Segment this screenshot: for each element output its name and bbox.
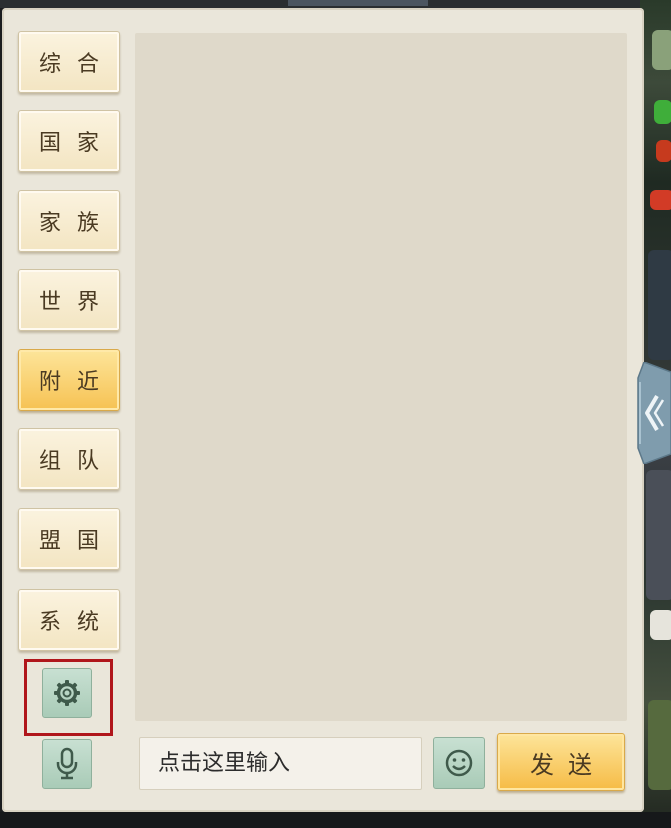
voice-input-button[interactable] — [42, 739, 92, 789]
scene-foliage — [652, 30, 671, 70]
channel-tab-world[interactable]: 世界 — [18, 269, 120, 331]
scene-object — [650, 610, 671, 640]
scene-ground — [648, 700, 671, 790]
channel-tab-alliance[interactable]: 盟国 — [18, 508, 120, 570]
channel-tab-label: 盟国 — [38, 529, 115, 554]
channel-tab-nearby[interactable]: 附近 — [18, 349, 120, 411]
smiley-icon — [445, 749, 473, 777]
channel-tab-family[interactable]: 家族 — [18, 190, 120, 252]
scene-character — [648, 250, 671, 360]
send-button-label: 发送 — [530, 750, 606, 779]
scene-character — [646, 470, 671, 600]
microphone-icon — [56, 747, 78, 780]
emoji-button[interactable] — [433, 737, 485, 789]
top-tab-indicator — [288, 0, 428, 6]
channel-tab-team[interactable]: 组队 — [18, 428, 120, 490]
chat-message-area[interactable] — [135, 33, 627, 721]
channel-tab-label: 国家 — [38, 131, 115, 156]
game-screen: 综合 国家 家族 世界 附近 组队 盟国 系统 点击这里输入 发送 — [0, 0, 671, 828]
send-button[interactable]: 发送 — [497, 733, 625, 791]
channel-tab-system[interactable]: 系统 — [18, 589, 120, 651]
channel-tab-label: 世界 — [38, 290, 115, 315]
scene-text-fragment — [656, 140, 671, 162]
channel-tab-label: 组队 — [38, 449, 115, 474]
channel-tab-label: 附近 — [38, 370, 115, 395]
channel-tab-label: 家族 — [38, 211, 115, 236]
chat-settings-button[interactable] — [42, 668, 92, 718]
gear-icon — [54, 680, 80, 706]
chevron-left-icon — [637, 361, 671, 465]
channel-tab-nation[interactable]: 国家 — [18, 110, 120, 172]
channel-tab-label: 综合 — [38, 52, 115, 77]
channel-tab-comprehensive[interactable]: 综合 — [18, 31, 120, 93]
channel-tab-label: 系统 — [38, 610, 115, 635]
chat-message-input[interactable] — [139, 737, 422, 790]
chat-panel: 综合 国家 家族 世界 附近 组队 盟国 系统 点击这里输入 发送 — [2, 8, 644, 812]
top-bar — [0, 0, 671, 8]
collapse-panel-handle[interactable] — [636, 361, 671, 465]
scene-text-fragment — [650, 190, 671, 210]
bottom-bar — [0, 812, 671, 828]
scene-text-fragment — [654, 100, 671, 124]
